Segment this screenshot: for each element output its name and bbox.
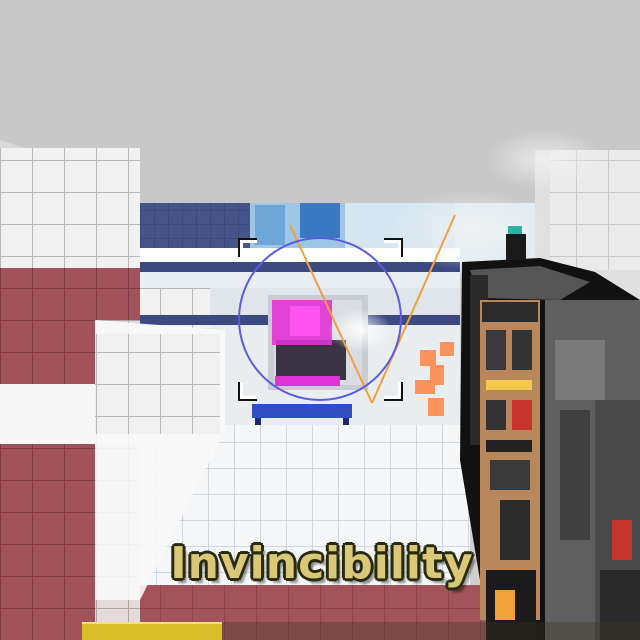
minigun-weapon [460, 226, 640, 640]
crosshair-bracket-icon [384, 238, 403, 257]
crosshair-bracket-icon [238, 382, 257, 401]
powerup-timer-fill [82, 622, 222, 640]
powerup-label: Invincibility [170, 538, 474, 589]
crosshair-bracket-icon [384, 382, 403, 401]
crosshair-bracket-icon [238, 238, 257, 257]
crosshair-ring [238, 237, 402, 401]
powerup-timer-bar [82, 622, 640, 640]
game-viewport[interactable]: Invincibility [0, 0, 640, 640]
